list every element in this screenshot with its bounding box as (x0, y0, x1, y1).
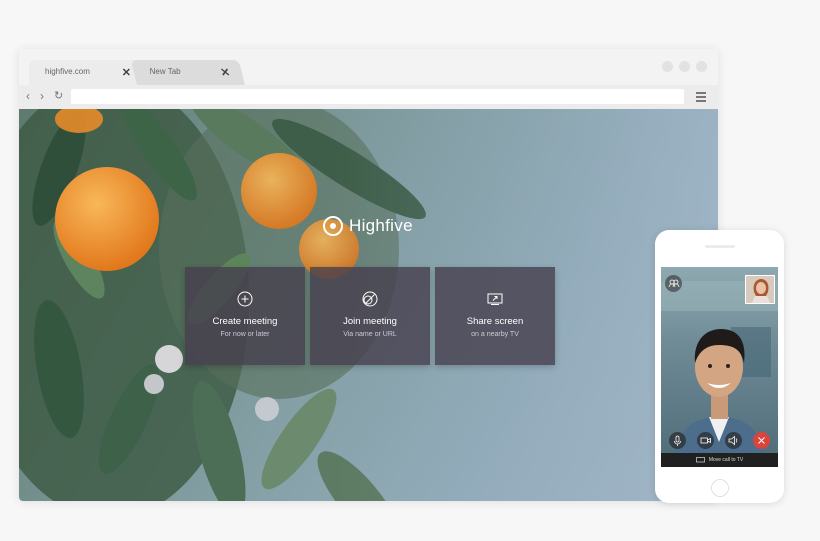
participants-button[interactable] (665, 275, 682, 292)
card-subtitle: on a nearby TV (471, 331, 519, 338)
speaker-icon (728, 435, 738, 446)
card-title: Share screen (466, 316, 524, 327)
window-control-dot[interactable] (679, 61, 690, 72)
close-tab-icon[interactable]: ✕ (122, 66, 131, 79)
tab-bar: highfive.com ✕ New Tab ✕ (19, 49, 718, 85)
logo-text: Highfive (349, 216, 413, 235)
end-call-icon (758, 437, 765, 444)
camera-icon (700, 437, 711, 444)
phone-mockup: Move call to TV (655, 230, 784, 503)
reload-icon[interactable]: ↻ (54, 89, 63, 103)
move-call-to-tv-button[interactable]: Move call to TV (661, 453, 778, 467)
phone-video-call-screen: Move call to TV (661, 267, 778, 467)
card-subtitle: Via name or URL (343, 331, 397, 338)
self-view-video (746, 276, 774, 303)
browser-toolbar: ‹ › ↻ (19, 85, 718, 109)
highfive-logo-icon (323, 216, 343, 236)
app-content: Highfive Create meeting For now or later… (19, 109, 718, 501)
back-icon[interactable]: ‹ (26, 89, 30, 103)
join-circle-icon (362, 291, 378, 307)
window-control-dot[interactable] (696, 61, 707, 72)
tv-icon (695, 457, 705, 463)
share-screen-button[interactable]: Share screen on a nearby TV (435, 267, 555, 365)
people-icon (668, 279, 680, 288)
browser-window: highfive.com ✕ New Tab ✕ ‹ › ↻ Highfive … (19, 49, 718, 501)
mic-icon (674, 435, 681, 446)
video-toggle-button[interactable] (697, 432, 714, 449)
end-call-button[interactable] (753, 432, 770, 449)
card-subtitle: For now or later (220, 331, 270, 338)
menu-icon[interactable] (696, 92, 706, 104)
plus-circle-icon (237, 291, 253, 307)
home-button[interactable] (710, 479, 729, 497)
screen-share-icon (487, 293, 503, 305)
forward-icon[interactable]: › (40, 89, 44, 103)
tab-highfive[interactable]: highfive.com ✕ (29, 60, 139, 85)
mute-button[interactable] (669, 432, 686, 449)
join-meeting-button[interactable]: Join meeting Via name or URL (310, 267, 430, 365)
self-view-thumbnail[interactable] (745, 275, 775, 304)
card-title: Create meeting (212, 316, 278, 327)
tab-label: highfive.com (45, 67, 90, 76)
highfive-logo: Highfive (323, 215, 413, 237)
tab-new-tab[interactable]: New Tab ✕ (130, 60, 245, 85)
window-control-dot[interactable] (662, 61, 673, 72)
create-meeting-button[interactable]: Create meeting For now or later (185, 267, 305, 365)
tv-bar-label: Move call to TV (708, 457, 744, 463)
address-bar[interactable] (71, 89, 684, 104)
speaker-button[interactable] (725, 432, 742, 449)
phone-speaker (704, 245, 735, 248)
card-title: Join meeting (343, 316, 397, 327)
